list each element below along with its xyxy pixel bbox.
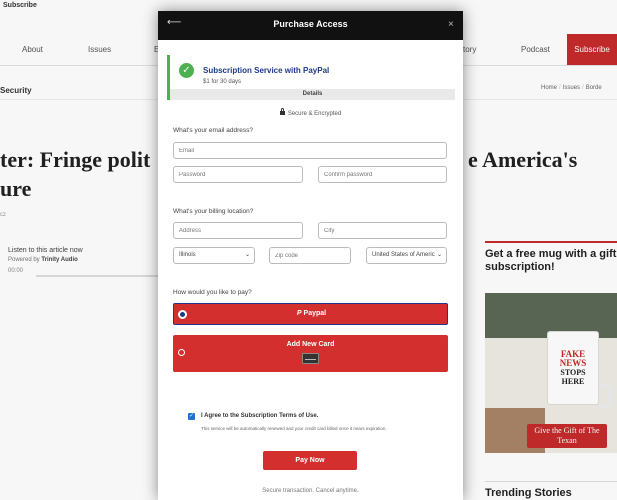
paypal-label: P Paypal: [296, 310, 327, 317]
secure-note: Secure & Encrypted: [158, 108, 463, 117]
terms-checkbox[interactable]: ✓: [188, 413, 195, 420]
paypal-option-button[interactable]: P Paypal: [173, 303, 448, 325]
payment-question: How would you like to pay?: [173, 289, 252, 296]
terms-label[interactable]: I Agree to the Subscription Terms of Use…: [201, 413, 318, 419]
state-select[interactable]: Illinois ⌄: [173, 247, 255, 264]
plan-name: Subscription Service with PayPal: [203, 66, 330, 75]
paypal-icon: P: [296, 310, 302, 317]
purchase-modal: ⟵ Purchase Access × ✓ Subscription Servi…: [158, 11, 463, 500]
add-card-option-button[interactable]: Add New Card: [173, 335, 448, 372]
credit-card-icon: [302, 353, 319, 364]
zip-field[interactable]: [269, 247, 351, 264]
radio-unselected[interactable]: [178, 349, 185, 356]
billing-question: What's your billing location?: [173, 208, 254, 215]
plan-price: $1 for 30 days: [203, 79, 242, 85]
password-field[interactable]: [173, 166, 303, 183]
email-question: What's your email address?: [173, 127, 253, 134]
modal-title: Purchase Access: [273, 19, 348, 29]
chevron-down-icon: ⌄: [434, 248, 442, 263]
checkmark-icon: ✓: [179, 63, 194, 78]
lock-icon: [279, 108, 285, 115]
plan-card[interactable]: ✓ Subscription Service with PayPal $1 fo…: [167, 55, 455, 100]
add-card-label: Add New Card: [286, 341, 335, 348]
confirm-password-field[interactable]: [318, 166, 447, 183]
address-field[interactable]: [173, 222, 303, 239]
renewal-note: This service will be automatically renew…: [201, 426, 387, 431]
close-icon[interactable]: ×: [448, 19, 454, 30]
email-field[interactable]: [173, 142, 447, 159]
chevron-down-icon: ⌄: [244, 252, 250, 258]
pay-now-button[interactable]: Pay Now: [263, 451, 357, 470]
plan-details-toggle[interactable]: Details: [170, 89, 455, 100]
city-field[interactable]: [318, 222, 447, 239]
country-select[interactable]: United States of America ⌄: [366, 247, 447, 264]
modal-header: ⟵ Purchase Access ×: [158, 11, 463, 40]
footer-note: Secure transaction. Cancel anytime.: [262, 488, 359, 494]
